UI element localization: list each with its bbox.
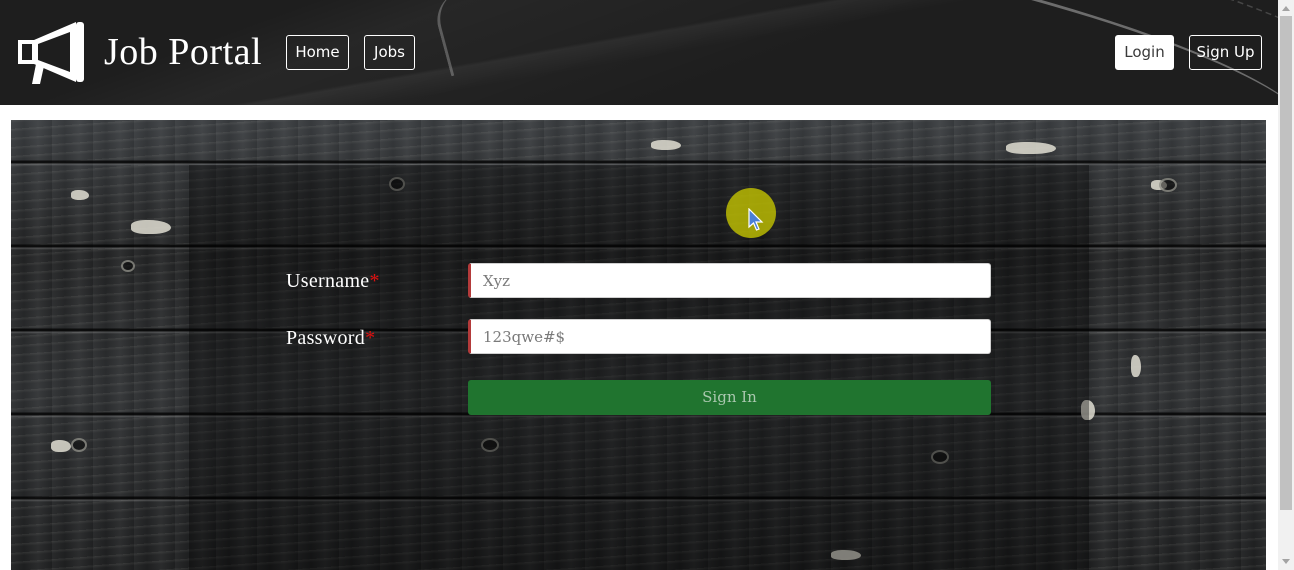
wood-chip-decoration bbox=[71, 190, 89, 200]
scrollbar-thumb[interactable] bbox=[1280, 16, 1292, 510]
megaphone-icon bbox=[18, 22, 84, 84]
nav-signup-button[interactable]: Sign Up bbox=[1189, 35, 1262, 70]
mouse-pointer-icon bbox=[748, 208, 764, 231]
brand-title: Job Portal bbox=[104, 31, 263, 73]
required-marker: * bbox=[365, 327, 376, 349]
brand[interactable]: Job Portal bbox=[14, 18, 262, 86]
wood-knot-decoration bbox=[121, 260, 135, 272]
nav-login-button[interactable]: Login bbox=[1115, 35, 1174, 70]
wood-knot-decoration bbox=[71, 438, 87, 452]
wood-knot-decoration bbox=[1159, 178, 1177, 192]
wood-chip-decoration bbox=[1006, 142, 1056, 154]
username-label-text: Username bbox=[286, 270, 370, 292]
sign-in-button[interactable]: Sign In bbox=[468, 380, 991, 415]
password-input[interactable] bbox=[468, 319, 991, 354]
wood-chip-decoration bbox=[51, 440, 71, 452]
wood-chip-decoration bbox=[131, 220, 171, 234]
login-form-backdrop bbox=[189, 165, 1089, 570]
required-marker: * bbox=[369, 270, 380, 292]
vertical-scrollbar[interactable] bbox=[1278, 0, 1294, 570]
scroll-up-arrow-icon[interactable] bbox=[1282, 6, 1290, 11]
top-navbar: Job Portal Home Jobs Login Sign Up bbox=[0, 0, 1278, 105]
nav-jobs-button[interactable]: Jobs bbox=[364, 35, 415, 70]
nav-home-button[interactable]: Home bbox=[286, 35, 349, 70]
wood-chip-decoration bbox=[651, 140, 681, 150]
password-label: Password* bbox=[286, 327, 375, 350]
wood-chip-decoration bbox=[1131, 355, 1141, 377]
road-curve-decoration bbox=[430, 0, 510, 77]
password-label-text: Password bbox=[286, 327, 366, 349]
username-label: Username* bbox=[286, 270, 380, 293]
username-input[interactable] bbox=[468, 263, 991, 298]
scroll-down-arrow-icon[interactable] bbox=[1282, 559, 1290, 564]
